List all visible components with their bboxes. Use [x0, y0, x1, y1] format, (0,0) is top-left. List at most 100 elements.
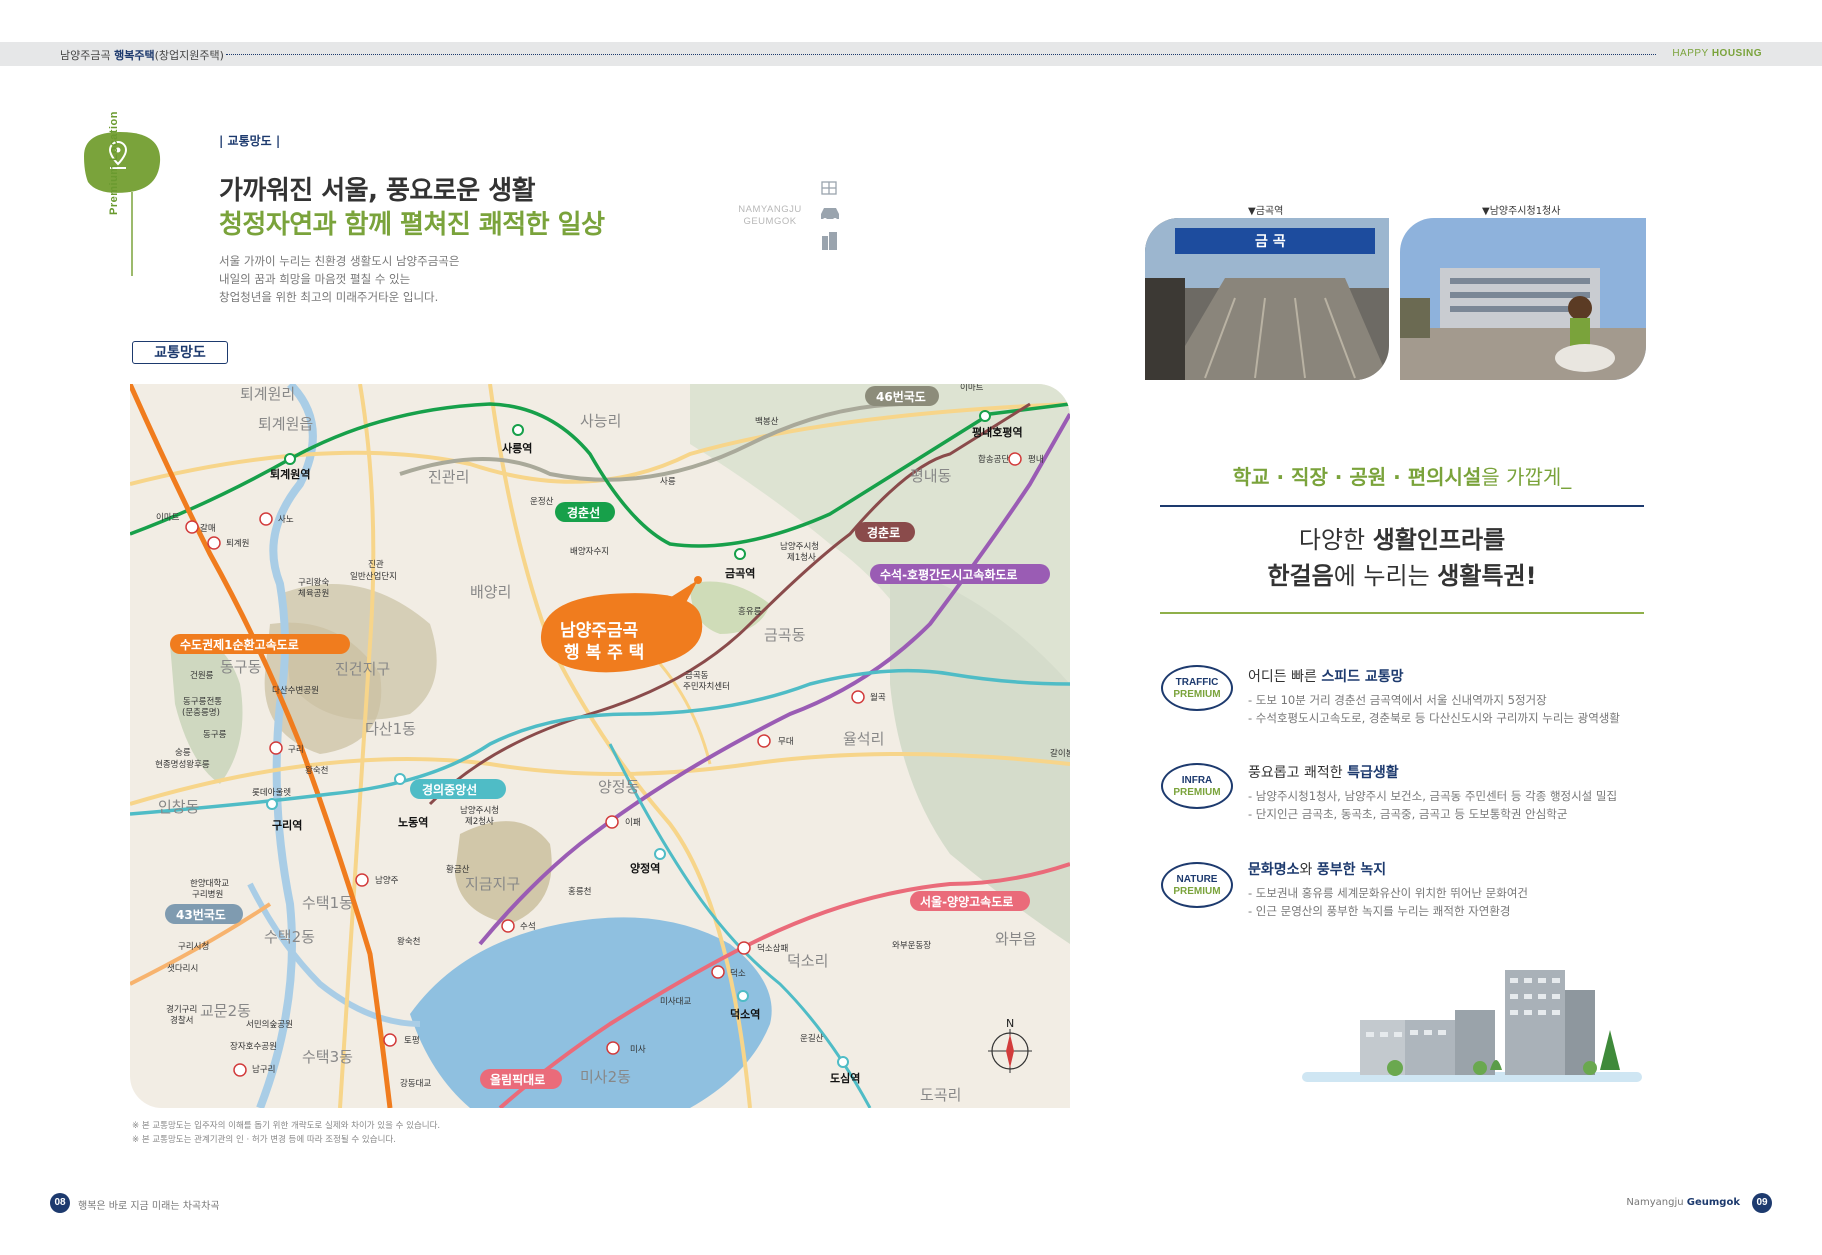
svg-text:백봉산: 백봉산: [755, 416, 779, 427]
svg-text:강동대교: 강동대교: [400, 1078, 431, 1089]
svg-text:금 곡: 금 곡: [1255, 234, 1286, 250]
svg-text:사노: 사노: [278, 515, 294, 525]
svg-text:현종명성왕후릉: 현종명성왕후릉: [155, 759, 210, 770]
namyangju-geumgok-mark: NAMYANGJU GEUMGOK: [738, 204, 802, 227]
svg-text:퇴계원읍: 퇴계원읍: [258, 415, 313, 433]
callout-line2: 행 복 주 택: [564, 643, 644, 663]
svg-text:미사: 미사: [630, 1045, 646, 1055]
feature-infra-title: 풍요롭고 쾌적한 특급생활: [1248, 765, 1399, 781]
svg-text:사능리: 사능리: [580, 412, 621, 430]
header-title: 남양주금곡 행복주택(창업지원주택): [60, 49, 224, 62]
svg-text:퇴계원: 퇴계원: [226, 538, 249, 549]
svg-text:양정동: 양정동: [598, 778, 640, 796]
building-school-icon: [821, 181, 837, 195]
svg-text:수석: 수석: [520, 921, 536, 932]
svg-text:장자호수공원: 장자호수공원: [230, 1041, 277, 1052]
svg-text:진관: 진관: [368, 559, 384, 570]
feature-traffic-title: 어디든 빠른 스피드 교통망: [1248, 669, 1404, 685]
svg-text:수도권제1순환고속도로: 수도권제1순환고속도로: [180, 637, 299, 652]
svg-text:일반산업단지: 일반산업단지: [350, 571, 397, 582]
svg-text:황금산: 황금산: [446, 864, 470, 875]
premium-location-label: Premium Location: [108, 111, 120, 215]
photo1-caption: ▼금곡역: [1248, 206, 1284, 217]
svg-text:경의중앙선: 경의중앙선: [422, 782, 477, 797]
svg-text:덕소삼패: 덕소삼패: [757, 943, 788, 954]
svg-text:건원릉: 건원릉: [190, 670, 214, 681]
svg-text:양정역: 양정역: [630, 861, 660, 875]
headline-right: 다양한 생활인프라를 한걸음에 누리는 생활특권!: [1267, 526, 1537, 590]
divider-blue: [1160, 505, 1644, 507]
svg-text:금곡역: 금곡역: [725, 566, 755, 580]
svg-text:미사2동: 미사2동: [580, 1068, 631, 1086]
svg-text:이마트: 이마트: [156, 512, 180, 523]
svg-text:남양주시청: 남양주시청: [780, 541, 819, 552]
svg-text:동구릉전통: 동구릉전통: [183, 696, 222, 707]
svg-text:지금지구: 지금지구: [465, 875, 520, 893]
svg-text:월곡: 월곡: [870, 692, 886, 703]
svg-text:남양주시청: 남양주시청: [460, 805, 499, 816]
svg-text:경춘로: 경춘로: [867, 525, 900, 540]
svg-text:경춘선: 경춘선: [567, 505, 600, 520]
car-icon: [821, 208, 839, 222]
svg-text:수석-호평간도시고속화도로: 수석-호평간도시고속화도로: [880, 567, 1017, 582]
page-number-right: 09: [1752, 1193, 1772, 1213]
compass-icon: N: [988, 1017, 1032, 1073]
svg-text:46번국도: 46번국도: [876, 389, 926, 404]
svg-text:퇴계원역: 퇴계원역: [270, 467, 310, 481]
svg-text:N: N: [1006, 1017, 1014, 1030]
svg-text:금곡동: 금곡동: [764, 626, 806, 644]
svg-text:운정산: 운정산: [530, 496, 554, 507]
svg-text:갈이봉: 갈이봉: [1050, 748, 1070, 759]
svg-text:평내호평역: 평내호평역: [972, 425, 1023, 439]
svg-text:와부읍: 와부읍: [995, 930, 1036, 948]
feature-nature-line1: - 도보권내 홍유릉 세계문화유산이 위치한 뛰어난 문화여건: [1248, 886, 1529, 900]
svg-text:동구동: 동구동: [220, 658, 262, 676]
svg-text:구리시청: 구리시청: [178, 942, 209, 952]
svg-text:평내동: 평내동: [910, 467, 952, 485]
svg-text:구리: 구리: [288, 745, 304, 755]
svg-text:덕소리: 덕소리: [787, 952, 828, 970]
svg-text:이패: 이패: [625, 817, 641, 828]
svg-text:남양주: 남양주: [375, 875, 399, 886]
svg-text:제2청사: 제2청사: [465, 817, 494, 827]
svg-text:동구릉: 동구릉: [203, 730, 227, 740]
category-icons: [821, 181, 839, 250]
svg-text:진관리: 진관리: [428, 468, 469, 486]
apartment-illustration: [1302, 970, 1642, 1082]
svg-text:평내: 평내: [1028, 454, 1044, 465]
svg-text:와부운동장: 와부운동장: [892, 940, 931, 951]
svg-text:주민자치센터: 주민자치센터: [683, 681, 730, 692]
traffic-premium-badge: TRAFFIC PREMIUM: [1161, 665, 1233, 711]
svg-text:무대: 무대: [778, 737, 794, 747]
svg-text:수택2동: 수택2동: [264, 928, 315, 946]
feature-traffic-line2: - 수석호평도시고속도로, 경춘북로 등 다산신도시와 구리까지 누리는 광역생…: [1248, 711, 1620, 725]
svg-text:다산1동: 다산1동: [365, 720, 416, 738]
callout-line1: 남양주금곡: [560, 621, 639, 641]
headline-line1: 가까워진 서울, 풍요로운 생활: [219, 176, 536, 206]
svg-text:운길산: 운길산: [800, 1033, 824, 1044]
svg-text:제1청사: 제1청사: [787, 553, 816, 563]
svg-text:덕소역: 덕소역: [730, 1007, 760, 1021]
svg-text:사릉: 사릉: [660, 477, 676, 487]
svg-text:왕숙천: 왕숙천: [305, 765, 328, 776]
svg-text:43번국도: 43번국도: [176, 907, 226, 922]
svg-text:도곡리: 도곡리: [920, 1086, 961, 1104]
headline-line2: 청정자연과 함께 펼쳐진 쾌적한 일상: [219, 210, 605, 240]
intro-text: 서울 가까이 누리는 친환경 생활도시 남양주금곡은 내일의 꿈과 희망을 마음…: [219, 254, 460, 304]
transport-map: 퇴계원리 퇴계원읍 사능리 진관리 평내동 배양리 금곡동 진건지구 다산1동 …: [130, 384, 1070, 1108]
feature-traffic-line1: - 도보 10분 거리 경춘선 금곡역에서 서울 신내역까지 5정거장: [1248, 693, 1547, 707]
svg-text:교문2동: 교문2동: [200, 1002, 251, 1020]
svg-text:덕소: 덕소: [730, 968, 746, 979]
svg-text:토평: 토평: [404, 1035, 420, 1046]
transport-map-svg: 퇴계원리 퇴계원읍 사능리 진관리 평내동 배양리 금곡동 진건지구 다산1동 …: [130, 384, 1070, 1108]
svg-text:경찰서: 경찰서: [170, 1015, 193, 1026]
svg-text:롯데아울렛: 롯데아울렛: [252, 787, 291, 798]
svg-text:진건지구: 진건지구: [335, 660, 390, 678]
map-title-button: 교통망도: [132, 341, 228, 364]
header-divider: [226, 54, 1656, 55]
footer-left-text: 행복은 바로 지금 미래는 차곡차곡: [78, 1201, 220, 1212]
feature-nature-title: 문화명소와 풍부한 녹지: [1248, 862, 1387, 878]
svg-text:다산수변공원: 다산수변공원: [272, 685, 319, 696]
svg-text:금곡동: 금곡동: [685, 671, 709, 681]
footer-right-text: Namyangju Geumgok: [1626, 1197, 1740, 1208]
